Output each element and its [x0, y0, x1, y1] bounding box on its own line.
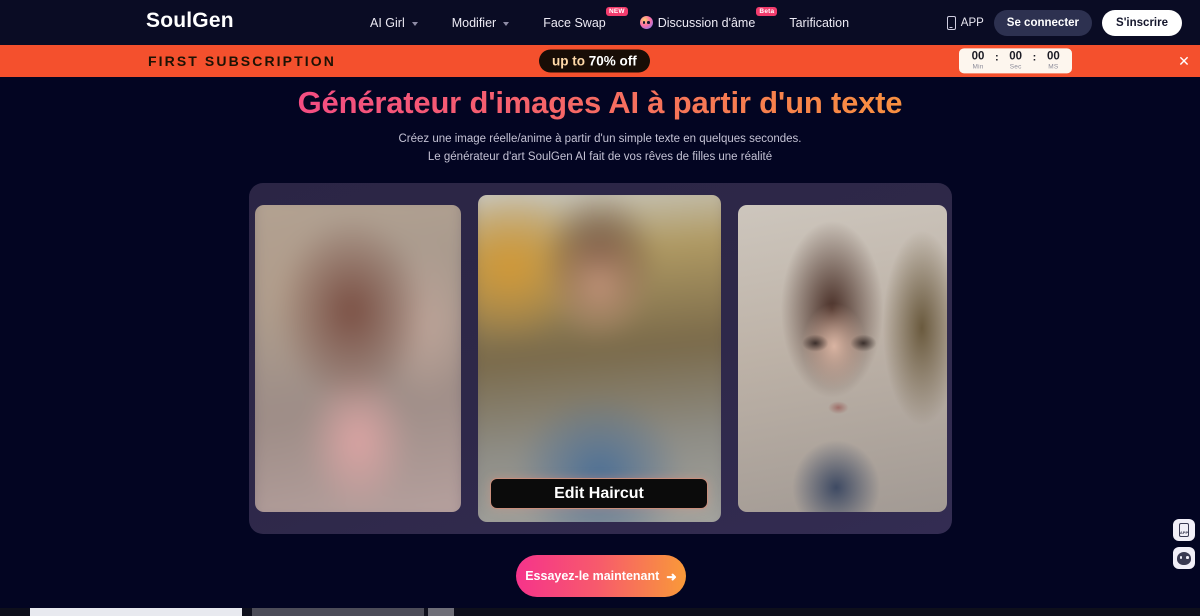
nav-item-label: Discussion d'âme [657, 15, 756, 30]
page-root: SoulGen AI Girl Modifier Face Swap NEW D… [0, 0, 1200, 616]
portrait-image [254, 205, 461, 512]
timer-separator: : [1032, 51, 1037, 64]
login-button[interactable]: Se connecter [993, 9, 1093, 36]
hero-subtitle-line2: Le générateur d'art SoulGen AI fait de v… [427, 151, 773, 163]
nav-item-ai-girl[interactable]: AI Girl [370, 16, 418, 30]
bottom-taskbar-strip [0, 608, 1200, 616]
nav-item-label: Modifier [451, 15, 497, 30]
floating-app-button[interactable]: APP [1173, 519, 1195, 541]
hero-subtitle-line1: Créez une image réelle/anime à partir d'… [398, 133, 802, 145]
brand-logo[interactable]: SoulGen [146, 9, 234, 33]
showcase-image-center[interactable]: Edit Haircut [477, 195, 721, 522]
showcase-card: Edit Haircut [249, 183, 952, 534]
floating-chat-button[interactable] [1173, 547, 1195, 569]
app-link[interactable]: APP [946, 15, 984, 30]
close-icon[interactable]: ✕ [1176, 53, 1192, 69]
try-now-button[interactable]: Essayez-le maintenant ➜ [516, 555, 686, 597]
nav-item-label: Tarification [789, 15, 850, 30]
nav-right-actions: APP Se connecter S'inscrire [946, 0, 1182, 45]
floating-actions: APP [1173, 519, 1195, 569]
timer-minutes: 00 Min [968, 50, 988, 70]
portrait-face-detail [737, 205, 947, 512]
edit-haircut-button[interactable]: Edit Haircut [490, 478, 708, 509]
arrow-right-icon: ➜ [666, 569, 677, 584]
soul-chat-icon [639, 16, 653, 29]
timer-seconds-value: 00 [1009, 50, 1023, 63]
timer-separator: : [995, 51, 999, 64]
navbar: SoulGen AI Girl Modifier Face Swap NEW D… [0, 0, 1200, 45]
nav-item-tarification[interactable]: Tarification [789, 16, 849, 30]
phone-icon [946, 15, 956, 30]
try-now-label: Essayez-le maintenant [525, 569, 660, 583]
promo-offer-value: 70% off [588, 53, 637, 69]
timer-ms: 00 MS [1043, 50, 1063, 70]
new-badge: NEW [605, 6, 628, 16]
signup-button[interactable]: S'inscrire [1102, 9, 1182, 36]
promo-title: FIRST SUBSCRIPTION [148, 53, 336, 69]
countdown-timer: 00 Min : 00 Sec : 00 MS [959, 48, 1073, 74]
nav-links: AI Girl Modifier Face Swap NEW Discussio… [370, 0, 849, 45]
promo-banner: FIRST SUBSCRIPTION up to 70% off 00 Min … [0, 45, 1200, 77]
chevron-down-icon [411, 21, 418, 26]
timer-seconds-label: Sec [1009, 63, 1022, 71]
timer-minutes-label: Min [972, 63, 984, 71]
taskbar-item[interactable] [30, 608, 242, 616]
nav-item-discussion-dame[interactable]: Discussion d'âme Beta [639, 6, 778, 30]
portrait-image [477, 195, 721, 522]
taskbar-item[interactable] [252, 608, 424, 616]
timer-minutes-value: 00 [971, 50, 985, 63]
app-icon: APP [1179, 523, 1189, 537]
nav-item-modifier[interactable]: Modifier [451, 15, 510, 30]
showcase-image-right[interactable] [737, 205, 947, 512]
taskbar-item[interactable] [428, 608, 454, 616]
chat-icon [1177, 551, 1191, 565]
nav-item-label: AI Girl [370, 15, 405, 30]
nav-item-face-swap[interactable]: Face Swap NEW [543, 6, 628, 30]
beta-badge: Beta [756, 6, 778, 16]
timer-ms-label: MS [1048, 63, 1059, 71]
showcase-image-left[interactable] [254, 205, 461, 512]
timer-seconds: 00 Sec [1006, 50, 1026, 70]
page-title: Générateur d'images AI à partir d'un tex… [0, 85, 1200, 121]
promo-offer-pill[interactable]: up to 70% off [539, 49, 650, 73]
chevron-down-icon [503, 21, 510, 26]
nav-item-label: Face Swap [543, 15, 606, 30]
app-link-label: APP [960, 16, 984, 29]
timer-ms-value: 00 [1046, 50, 1060, 63]
promo-offer-prefix: up to [552, 53, 589, 69]
